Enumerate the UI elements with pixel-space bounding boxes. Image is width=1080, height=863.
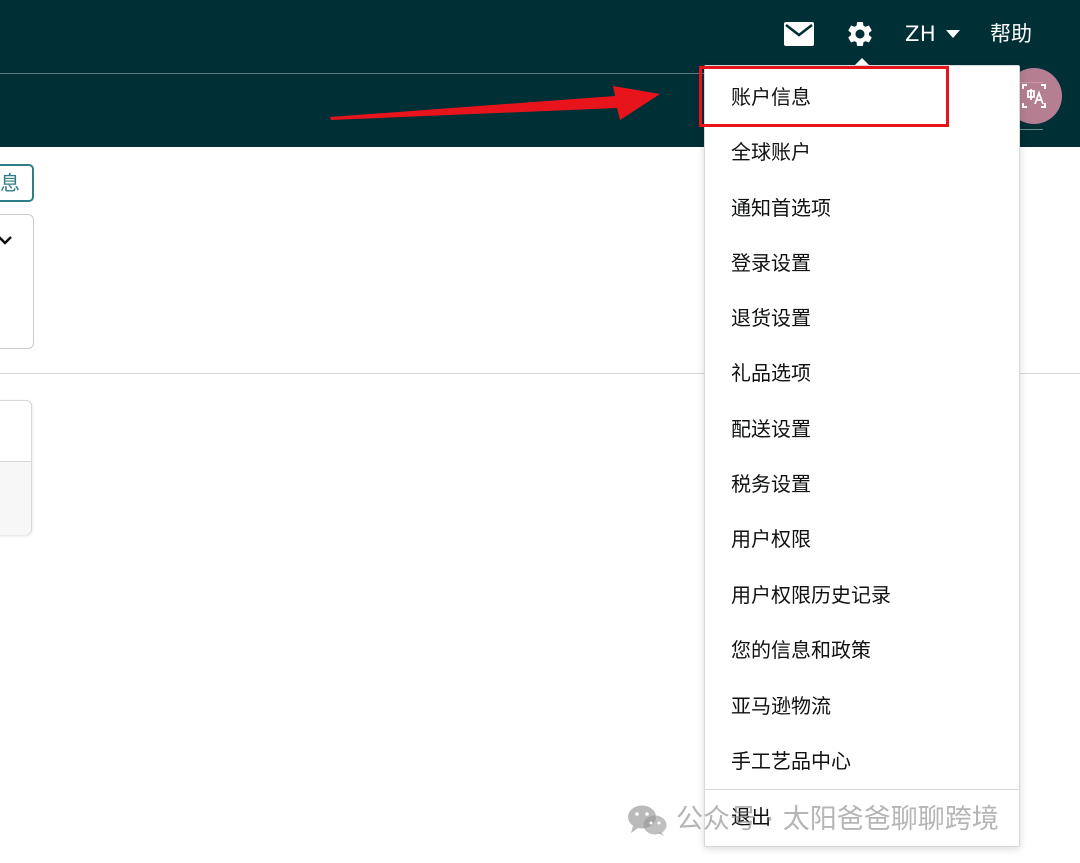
caret-down-icon[interactable]: [946, 30, 960, 38]
menu-item-return-settings[interactable]: 退货设置: [731, 298, 1001, 338]
menu-separator: [705, 789, 1019, 790]
settings-dropdown-menu: 账户信息 全球账户 通知首选项 登录设置 退货设置 礼品选项 配送设置 税务设置…: [704, 65, 1020, 847]
translate-icon: [1022, 84, 1046, 108]
menu-pointer: [855, 58, 869, 65]
menu-item-login-settings[interactable]: 登录设置: [731, 243, 1001, 283]
menu-item-tax-settings[interactable]: 税务设置: [731, 464, 1001, 504]
menu-item-fba[interactable]: 亚马逊物流: [731, 686, 1001, 726]
watermark: 公众号 · 太阳爸爸聊聊跨境: [626, 800, 999, 840]
menu-item-global-accounts[interactable]: 全球账户: [731, 132, 1001, 172]
menu-item-shipping-settings[interactable]: 配送设置: [731, 409, 1001, 449]
menu-item-handmade-center[interactable]: 手工艺品中心: [731, 741, 1001, 781]
wechat-icon: [628, 805, 667, 836]
menu-item-info-and-policies[interactable]: 您的信息和政策: [731, 630, 1001, 670]
menu-item-permission-history[interactable]: 用户权限历史记录: [731, 575, 1001, 615]
menu-item-gift-options[interactable]: 礼品选项: [731, 353, 1001, 393]
annotation-arrow: [330, 86, 660, 120]
chevron-down-icon[interactable]: [0, 235, 12, 245]
help-link[interactable]: 帮助: [990, 19, 1032, 49]
language-selector[interactable]: ZH: [905, 20, 936, 48]
menu-item-account-info[interactable]: 账户信息: [731, 77, 1001, 117]
widget-card: [0, 400, 32, 535]
card-footer: [0, 462, 31, 535]
mail-icon[interactable]: [784, 22, 814, 46]
gear-icon[interactable]: [845, 19, 875, 49]
menu-item-notification-preferences[interactable]: 通知首选项: [731, 188, 1001, 228]
menu-item-user-permissions[interactable]: 用户权限: [731, 519, 1001, 559]
info-button[interactable]: 息: [0, 164, 34, 202]
watermark-text: 公众号 · 太阳爸爸聊聊跨境: [676, 804, 999, 835]
